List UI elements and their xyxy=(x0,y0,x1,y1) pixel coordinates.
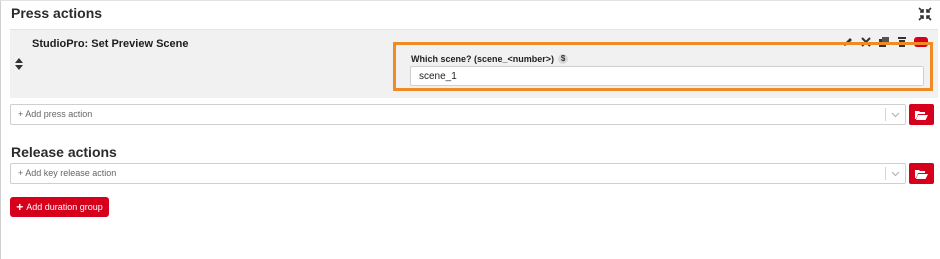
scene-field-label-text: Which scene? (scene_<number>) xyxy=(411,54,555,64)
delete-icon[interactable] xyxy=(896,36,908,48)
release-action-folder-button[interactable] xyxy=(909,163,934,184)
move-icon[interactable] xyxy=(860,36,872,48)
left-border xyxy=(0,0,1,259)
add-release-action-placeholder: + Add key release action xyxy=(18,168,117,178)
edit-icon[interactable] xyxy=(842,36,854,48)
action-toolbar xyxy=(842,36,928,48)
action-title: StudioPro: Set Preview Scene xyxy=(32,38,189,50)
select-separator xyxy=(885,167,886,180)
add-duration-group-label: Add duration group xyxy=(26,202,103,212)
press-action-card: StudioPro: Set Preview Scene Which scene… xyxy=(10,29,938,98)
release-actions-title: Release actions xyxy=(11,144,117,160)
press-actions-title: Press actions xyxy=(11,5,103,21)
chevron-down-icon[interactable] xyxy=(891,110,900,119)
add-press-action-select[interactable]: + Add press action xyxy=(10,104,906,125)
scene-field-label: Which scene? (scene_<number>) $ xyxy=(411,54,569,64)
add-key-release-action-select[interactable]: + Add key release action xyxy=(10,163,906,184)
select-separator xyxy=(885,108,886,121)
drag-handle-icon[interactable] xyxy=(14,58,24,70)
collapse-icon[interactable] xyxy=(918,7,932,21)
top-border xyxy=(0,0,940,1)
folder-open-icon xyxy=(915,169,928,179)
press-action-folder-button[interactable] xyxy=(909,104,934,125)
chevron-down-icon[interactable] xyxy=(891,169,900,178)
add-press-action-placeholder: + Add press action xyxy=(18,109,93,119)
plus-icon: + xyxy=(16,200,24,214)
scene-input[interactable] xyxy=(410,66,924,86)
toggle-icon[interactable] xyxy=(914,37,928,47)
copy-icon[interactable] xyxy=(878,36,890,48)
variable-badge-icon[interactable]: $ xyxy=(558,54,569,64)
add-duration-group-button[interactable]: + Add duration group xyxy=(10,197,109,217)
folder-open-icon xyxy=(915,110,928,120)
